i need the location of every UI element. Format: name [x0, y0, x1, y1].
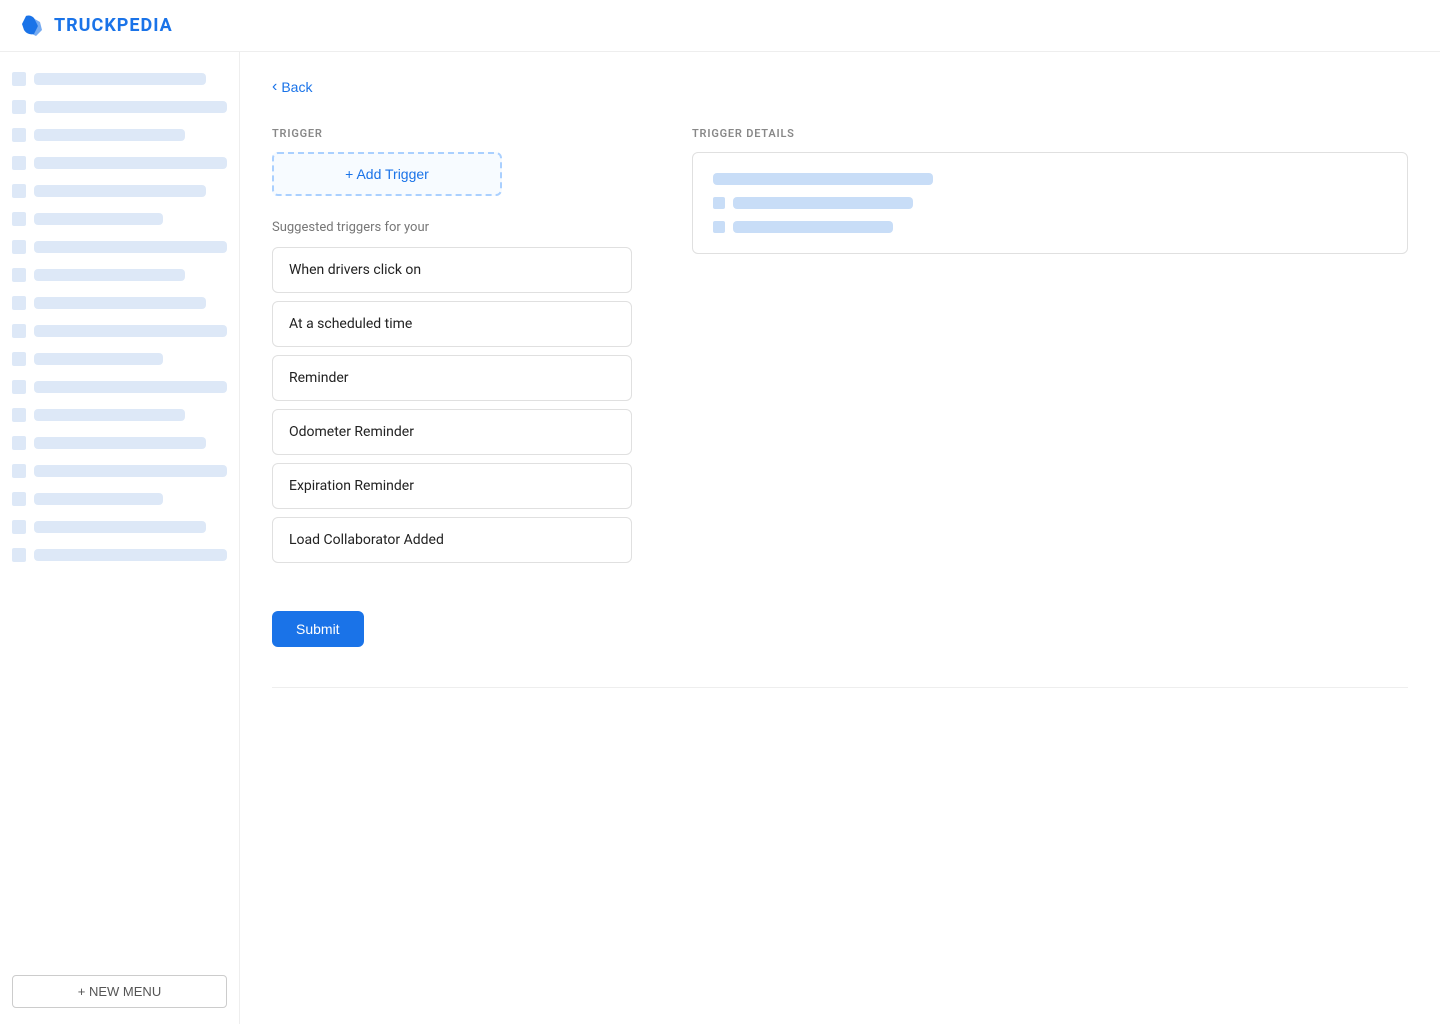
- skeleton-icon: [12, 436, 26, 450]
- submit-area: Submit: [272, 611, 652, 647]
- skeleton-icon: [12, 548, 26, 562]
- chevron-left-icon: ‹: [272, 79, 277, 95]
- list-item: [12, 376, 227, 398]
- skeleton-detail-bar: [713, 173, 933, 185]
- skeleton-icon: [12, 184, 26, 198]
- skeleton-label: [34, 409, 185, 421]
- trigger-details-panel: TRIGGER DETAILS: [692, 127, 1408, 647]
- list-item: [12, 208, 227, 230]
- list-item: [12, 432, 227, 454]
- skeleton-icon: [12, 296, 26, 310]
- trigger-panel: TRIGGER + Add Trigger Suggested triggers…: [272, 127, 652, 647]
- skeleton-icon: [12, 100, 26, 114]
- detail-skeleton-row-1: [713, 173, 1387, 185]
- skeleton-icon: [12, 492, 26, 506]
- list-item: [12, 96, 227, 118]
- new-menu-button[interactable]: + NEW MENU: [12, 975, 227, 1008]
- list-item: [12, 516, 227, 538]
- trigger-item-when-drivers-click-on[interactable]: When drivers click on: [272, 247, 632, 293]
- skeleton-label: [34, 297, 206, 309]
- back-button[interactable]: ‹ Back: [272, 79, 312, 95]
- skeleton-label: [34, 101, 227, 113]
- list-item: [12, 348, 227, 370]
- list-item: [12, 292, 227, 314]
- list-item: [12, 68, 227, 90]
- list-item: [12, 152, 227, 174]
- skeleton-label: [34, 353, 163, 365]
- content-area: TRIGGER + Add Trigger Suggested triggers…: [272, 127, 1408, 647]
- skeleton-icon: [12, 72, 26, 86]
- skeleton-label: [34, 381, 227, 393]
- submit-button[interactable]: Submit: [272, 611, 364, 647]
- back-label: Back: [281, 79, 312, 95]
- skeleton-icon: [12, 212, 26, 226]
- skeleton-label: [34, 73, 206, 85]
- skeleton-label: [34, 185, 206, 197]
- trigger-details-box: [692, 152, 1408, 254]
- trigger-item-expiration-reminder[interactable]: Expiration Reminder: [272, 463, 632, 509]
- skeleton-label: [34, 325, 227, 337]
- list-item: [12, 320, 227, 342]
- trigger-item-reminder[interactable]: Reminder: [272, 355, 632, 401]
- page-divider: [272, 687, 1408, 688]
- suggested-triggers-label: Suggested triggers for your: [272, 220, 652, 235]
- main-content: ‹ Back TRIGGER + Add Trigger Suggested t…: [240, 52, 1440, 1024]
- skeleton-icon: [12, 464, 26, 478]
- list-item: [12, 488, 227, 510]
- skeleton-icon: [12, 268, 26, 282]
- skeleton-label: [34, 269, 185, 281]
- app-layout: + NEW MENU ‹ Back TRIGGER + Add Trigger …: [0, 52, 1440, 1024]
- list-item: [12, 264, 227, 286]
- skeleton-icon: [12, 352, 26, 366]
- skeleton-label: [34, 157, 227, 169]
- skeleton-icon: [12, 520, 26, 534]
- list-item: [12, 544, 227, 566]
- skeleton-detail-bar: [733, 197, 913, 209]
- skeleton-label: [34, 521, 206, 533]
- trigger-item-at-a-scheduled-time[interactable]: At a scheduled time: [272, 301, 632, 347]
- trigger-list: When drivers click on At a scheduled tim…: [272, 247, 652, 563]
- skeleton-label: [34, 213, 163, 225]
- skeleton-label: [34, 129, 185, 141]
- sidebar: + NEW MENU: [0, 52, 240, 1024]
- skeleton-label: [34, 549, 227, 561]
- detail-skeleton-row-3: [713, 221, 1387, 233]
- skeleton-icon: [12, 156, 26, 170]
- list-item: [12, 460, 227, 482]
- skeleton-label: [34, 437, 206, 449]
- header: TRUCKPEDIA: [0, 0, 1440, 52]
- skeleton-icon: [12, 324, 26, 338]
- logo: TRUCKPEDIA: [20, 12, 173, 40]
- skeleton-icon: [12, 380, 26, 394]
- skeleton-detail-square: [713, 221, 725, 233]
- skeleton-label: [34, 465, 227, 477]
- trigger-details-label: TRIGGER DETAILS: [692, 127, 1408, 140]
- trigger-section-label: TRIGGER: [272, 127, 652, 140]
- truckpedia-logo-icon: [20, 12, 48, 40]
- list-item: [12, 236, 227, 258]
- skeleton-label: [34, 241, 227, 253]
- list-item: [12, 180, 227, 202]
- skeleton-icon: [12, 408, 26, 422]
- trigger-item-odometer-reminder[interactable]: Odometer Reminder: [272, 409, 632, 455]
- logo-text: TRUCKPEDIA: [54, 15, 173, 36]
- skeleton-icon: [12, 240, 26, 254]
- list-item: [12, 404, 227, 426]
- detail-skeleton-row-2: [713, 197, 1387, 209]
- skeleton-detail-bar: [733, 221, 893, 233]
- skeleton-label: [34, 493, 163, 505]
- add-trigger-button[interactable]: + Add Trigger: [272, 152, 502, 196]
- skeleton-detail-square: [713, 197, 725, 209]
- skeleton-icon: [12, 128, 26, 142]
- list-item: [12, 124, 227, 146]
- trigger-item-load-collaborator-added[interactable]: Load Collaborator Added: [272, 517, 632, 563]
